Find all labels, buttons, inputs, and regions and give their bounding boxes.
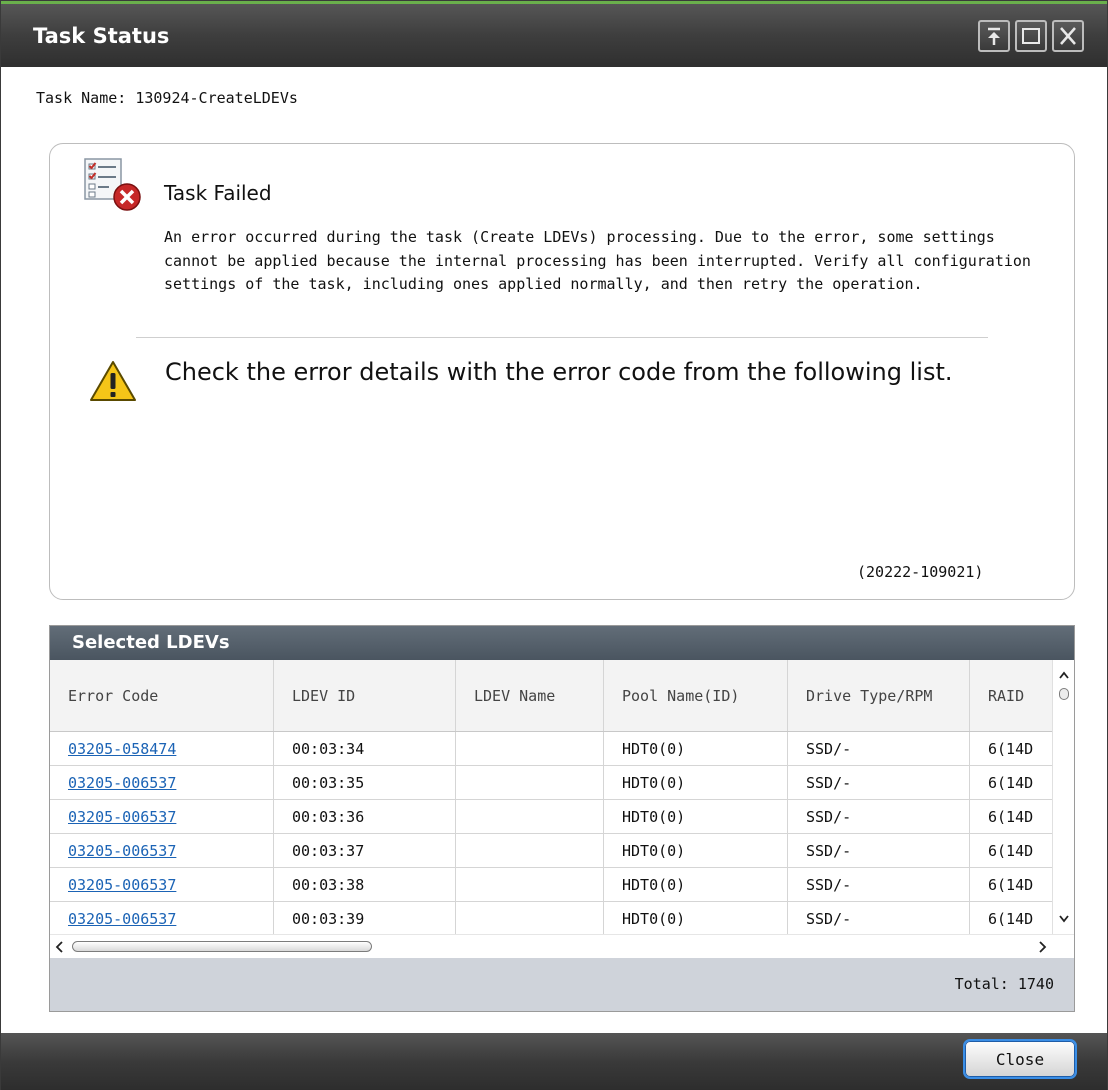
drive-type-cell: SSD/-: [788, 766, 970, 799]
table-row[interactable]: 03205-006537 00:03:35 HDT0(0) SSD/- 6(14…: [50, 766, 1052, 800]
pool-name-cell: HDT0(0): [604, 868, 788, 901]
table-header-row: Error Code LDEV ID LDEV Name Pool Name(I…: [50, 660, 1052, 732]
pin-icon: [988, 27, 1000, 45]
vertical-scroll-thumb[interactable]: [1059, 688, 1069, 700]
table-row[interactable]: 03205-006537 00:03:38 HDT0(0) SSD/- 6(14…: [50, 868, 1052, 902]
column-header-ldev-id[interactable]: LDEV ID: [274, 660, 456, 731]
maximize-button[interactable]: [1015, 20, 1047, 52]
separator: [136, 337, 988, 338]
ldev-name-cell: [456, 732, 604, 765]
ldev-id-cell: 00:03:36: [274, 800, 456, 833]
column-header-ldev-name[interactable]: LDEV Name: [456, 660, 604, 731]
column-header-pool-name[interactable]: Pool Name(ID): [604, 660, 788, 731]
error-code-link[interactable]: 03205-006537: [68, 808, 176, 826]
ldev-name-cell: [456, 766, 604, 799]
scroll-up-icon[interactable]: [1059, 671, 1069, 679]
window-title: Task Status: [33, 24, 170, 48]
pin-button[interactable]: [978, 20, 1010, 52]
pool-name-cell: HDT0(0): [604, 834, 788, 867]
ldev-id-cell: 00:03:35: [274, 766, 456, 799]
ldev-id-cell: 00:03:37: [274, 834, 456, 867]
error-code-link[interactable]: 03205-006537: [68, 842, 176, 860]
horizontal-scrollbar[interactable]: [50, 934, 1074, 958]
ldev-name-cell: [456, 868, 604, 901]
scroll-right-icon[interactable]: [1039, 941, 1047, 953]
raid-cell: 6(14D: [988, 807, 1034, 826]
drive-type-cell: SSD/-: [788, 800, 970, 833]
warning-message: Check the error details with the error c…: [165, 358, 953, 386]
raid-cell: 6(14D: [988, 909, 1034, 928]
task-status-dialog: Task Status Task Name: 130924-CreateLDEV…: [0, 0, 1108, 1090]
ldev-name-cell: [456, 902, 604, 934]
task-name-label: Task Name: 130924-CreateLDEVs: [36, 89, 298, 107]
pool-name-cell: HDT0(0): [604, 766, 788, 799]
maximize-icon: [1022, 28, 1040, 44]
ldev-id-cell: 00:03:39: [274, 902, 456, 934]
raid-cell: 6(14D: [988, 773, 1034, 792]
scroll-down-icon[interactable]: [1059, 915, 1069, 923]
pool-name-cell: HDT0(0): [604, 732, 788, 765]
dialog-footer: Close: [1, 1033, 1107, 1090]
horizontal-scroll-thumb[interactable]: [72, 941, 372, 952]
task-failed-icon: [84, 158, 141, 211]
warning-icon: [90, 361, 136, 401]
total-count: Total: 1740: [954, 975, 1054, 993]
table-row[interactable]: 03205-006537 00:03:36 HDT0(0) SSD/- 6(14…: [50, 800, 1052, 834]
drive-type-cell: SSD/-: [788, 902, 970, 934]
panel-title: Selected LDEVs: [72, 632, 230, 653]
pool-name-cell: HDT0(0): [604, 800, 788, 833]
ldev-id-cell: 00:03:34: [274, 732, 456, 765]
raid-cell: 6(14D: [988, 841, 1034, 860]
raid-cell: 6(14D: [988, 875, 1034, 894]
close-button[interactable]: Close: [963, 1039, 1077, 1079]
scroll-left-icon[interactable]: [55, 941, 63, 953]
pool-name-cell: HDT0(0): [604, 902, 788, 934]
error-code-summary: (20222-109021): [857, 563, 984, 581]
close-window-button[interactable]: [1052, 20, 1084, 52]
drive-type-cell: SSD/-: [788, 868, 970, 901]
panel-header: Selected LDEVs: [50, 626, 1074, 660]
close-icon: [1060, 27, 1076, 45]
drive-type-cell: SSD/-: [788, 732, 970, 765]
ldev-name-cell: [456, 800, 604, 833]
task-failed-title: Task Failed: [164, 181, 272, 205]
selected-ldevs-panel: Selected LDEVs Error Code LDEV ID LDEV N…: [49, 625, 1075, 1012]
table-row[interactable]: 03205-006537 00:03:37 HDT0(0) SSD/- 6(14…: [50, 834, 1052, 868]
error-code-link[interactable]: 03205-006537: [68, 876, 176, 894]
error-code-link[interactable]: 03205-006537: [68, 910, 176, 928]
column-header-drive-type[interactable]: Drive Type/RPM: [788, 660, 970, 731]
title-bar[interactable]: Task Status: [1, 1, 1107, 67]
column-header-raid[interactable]: RAID: [970, 660, 1052, 731]
raid-cell: 6(14D: [988, 739, 1034, 758]
drive-type-cell: SSD/-: [788, 834, 970, 867]
ldev-id-cell: 00:03:38: [274, 868, 456, 901]
error-code-link[interactable]: 03205-058474: [68, 740, 176, 758]
table-row[interactable]: 03205-006537 00:03:39 HDT0(0) SSD/- 6(14…: [50, 902, 1052, 934]
column-header-error-code[interactable]: Error Code: [50, 660, 274, 731]
vertical-scrollbar[interactable]: [1052, 660, 1074, 934]
table-row[interactable]: 03205-058474 00:03:34 HDT0(0) SSD/- 6(14…: [50, 732, 1052, 766]
error-description: An error occurred during the task (Creat…: [164, 228, 1031, 293]
table-footer: Total: 1740: [50, 958, 1074, 1011]
error-code-link[interactable]: 03205-006537: [68, 774, 176, 792]
ldev-name-cell: [456, 834, 604, 867]
ldev-table: Error Code LDEV ID LDEV Name Pool Name(I…: [50, 660, 1052, 934]
